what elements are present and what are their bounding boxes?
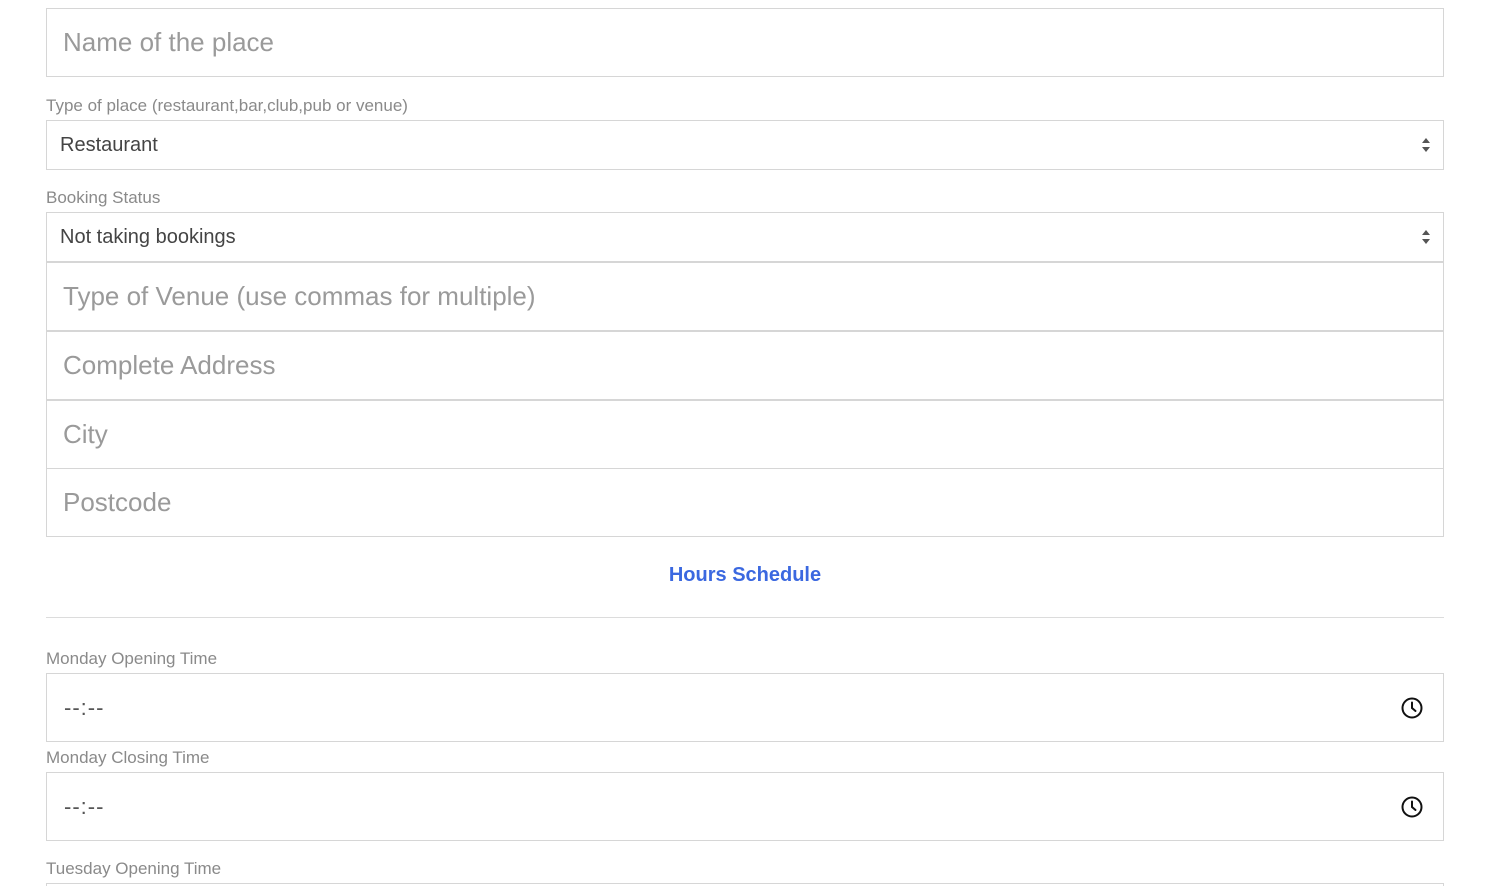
place-type-select[interactable]: Restaurant (46, 120, 1444, 170)
postcode-placeholder: Postcode (63, 487, 172, 517)
booking-status-label: Booking Status (46, 188, 161, 207)
select-arrows-icon (1422, 138, 1430, 152)
city-input[interactable]: City (46, 400, 1444, 469)
booking-status-value: Not taking bookings (60, 225, 236, 248)
address-input[interactable]: Complete Address (46, 331, 1444, 400)
monday-open-value: --:-- (64, 694, 105, 720)
venue-type-input[interactable]: Type of Venue (use commas for multiple) (46, 262, 1444, 331)
tuesday-open-label: Tuesday Opening Time (46, 859, 222, 878)
select-arrows-icon (1422, 230, 1430, 244)
address-placeholder: Complete Address (63, 350, 276, 380)
place-name-input[interactable]: Name of the place (46, 8, 1444, 77)
hours-schedule-title: Hours Schedule (668, 564, 822, 586)
section-divider (46, 617, 1444, 618)
monday-close-value: --:-- (64, 793, 105, 819)
clock-icon[interactable] (1400, 795, 1424, 819)
place-name-placeholder: Name of the place (63, 27, 275, 57)
venue-type-placeholder: Type of Venue (use commas for multiple) (63, 281, 536, 311)
monday-close-label: Monday Closing Time (46, 748, 210, 767)
booking-status-select[interactable]: Not taking bookings (46, 212, 1444, 262)
postcode-input[interactable]: Postcode (46, 468, 1444, 537)
clock-icon[interactable] (1400, 696, 1424, 720)
place-type-label: Type of place (restaurant,bar,club,pub o… (46, 96, 408, 115)
venue-form: Name of the place Type of place (restaur… (0, 0, 1493, 886)
monday-close-time-input[interactable]: --:-- (46, 772, 1444, 841)
city-placeholder: City (63, 419, 108, 449)
place-type-value: Restaurant (60, 133, 158, 156)
monday-open-time-input[interactable]: --:-- (46, 673, 1444, 742)
monday-open-label: Monday Opening Time (46, 649, 218, 668)
